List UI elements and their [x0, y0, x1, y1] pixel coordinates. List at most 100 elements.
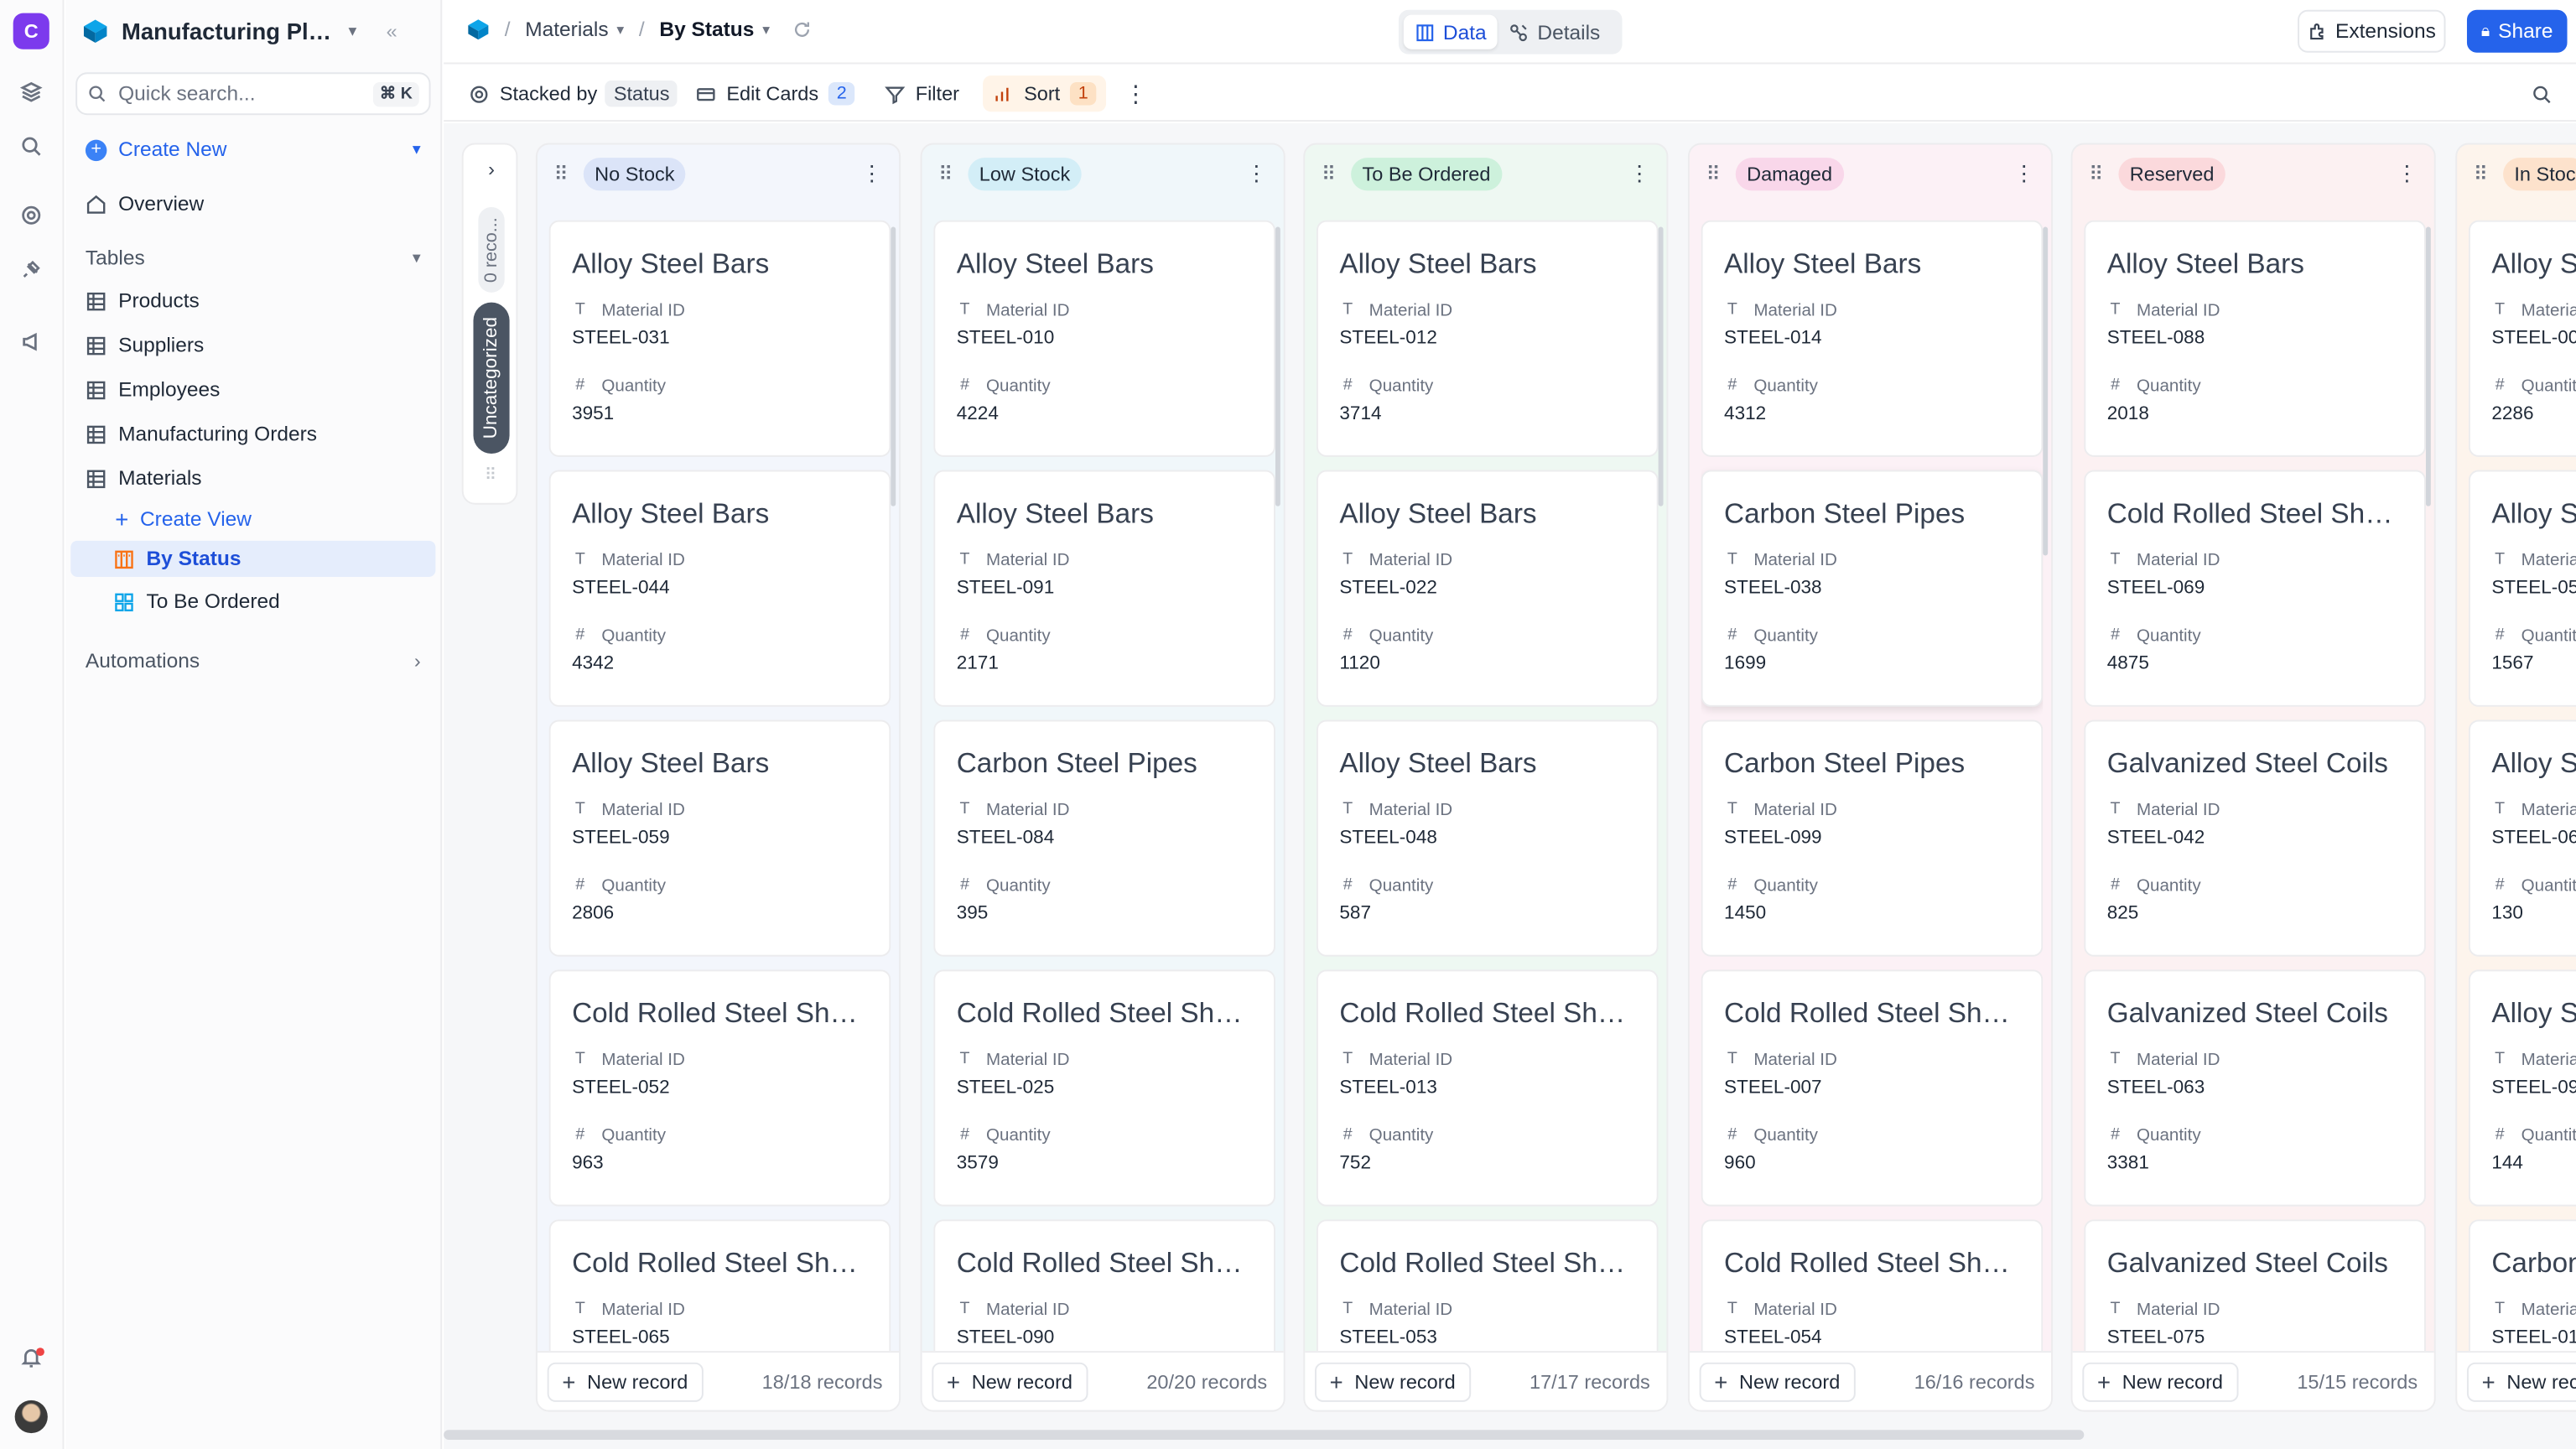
record-card[interactable]: Cold Rolled Steel She... T Material ID STEE…	[933, 969, 1275, 1207]
record-card[interactable]: Cold Rolled Steel She... T Material ID STEE…	[548, 1219, 891, 1352]
new-record-button[interactable]: + New record	[1699, 1361, 1855, 1401]
gear-icon[interactable]	[18, 202, 44, 228]
quick-search-input[interactable]: Quick search... ⌘ K	[75, 72, 431, 116]
chevron-down-icon[interactable]: ▾	[413, 141, 421, 159]
column-header[interactable]: ⠿ Reserved ⋮	[2073, 144, 2434, 204]
record-card[interactable]: Alloy Steel Bars T Material ID STEEL-044 # Qu…	[548, 470, 891, 707]
record-card[interactable]: Alloy Steel Bars T Material ID STEEL-031 # Qu…	[548, 220, 891, 457]
create-new-button[interactable]: + Create New ▾	[85, 132, 434, 168]
breadcrumb-table[interactable]: Materials	[525, 18, 608, 41]
more-vertical-icon[interactable]: ⋮	[1628, 161, 1649, 187]
column-header[interactable]: ⠿ Damaged ⋮	[1690, 144, 2051, 204]
record-card[interactable]: Carbon Steel Pipes T Material ID STEEL-084 #…	[933, 719, 1275, 957]
record-card[interactable]: Cold Rolled Steel She... T Material ID STEE…	[933, 1219, 1275, 1352]
chevron-down-icon[interactable]: ▾	[762, 21, 770, 39]
edit-cards-button[interactable]: Edit Cards 2	[695, 75, 855, 112]
sidebar-item-manufacturing-orders[interactable]: Manufacturing Orders	[86, 416, 434, 452]
share-button[interactable]: 🔒︎ Share	[2466, 9, 2568, 53]
sidebar-view-by-status[interactable]: By Status	[70, 540, 436, 577]
new-record-button[interactable]: + New record	[2466, 1361, 2576, 1401]
uncategorized-stack[interactable]: › 0 reco... Uncategorized ⠿	[461, 143, 520, 505]
record-card[interactable]: Galvanized Steel Coils T Material ID STEEL-…	[2084, 969, 2426, 1207]
collapse-sidebar-icon[interactable]: «	[387, 20, 397, 43]
sidebar-item-materials[interactable]: Materials	[86, 460, 434, 496]
chevron-right-icon[interactable]: ›	[464, 158, 520, 180]
record-card[interactable]: Cold Rolled Steel She... T Material ID STEE…	[1316, 1219, 1659, 1352]
record-card[interactable]: Galvanized Steel Coils T Material ID STEEL-…	[2084, 719, 2426, 957]
chevron-down-icon[interactable]: ▾	[349, 22, 357, 40]
extensions-button[interactable]: Extensions	[2298, 9, 2446, 53]
more-vertical-icon[interactable]: ⋮	[2013, 161, 2034, 187]
stacked-by-button[interactable]: Stacked by Status	[469, 75, 678, 112]
user-avatar[interactable]	[14, 1400, 48, 1434]
new-record-button[interactable]: + New record	[932, 1361, 1088, 1401]
record-card[interactable]: Cold Rolled Steel She... T Material ID STEE…	[1701, 969, 2044, 1207]
chevron-right-icon[interactable]: ›	[414, 649, 421, 672]
sort-button[interactable]: Sort 1	[983, 75, 1107, 112]
record-card[interactable]: Alloy Steel Bars T Material ID STEEL-088 # Qu…	[2084, 220, 2426, 457]
record-card[interactable]: Cold Rolled Steel She... T Material ID STEE…	[548, 969, 891, 1207]
record-card[interactable]: Cold Rolled Steel She... T Material ID STEE…	[2084, 470, 2426, 707]
create-view-button[interactable]: + Create View	[115, 501, 427, 538]
bases-icon[interactable]	[18, 79, 44, 105]
tab-details[interactable]: Details	[1498, 15, 1612, 49]
record-card[interactable]: Galvanized Steel Coils T Material ID STEEL-…	[2084, 1219, 2426, 1352]
new-record-button[interactable]: + New record	[2082, 1361, 2238, 1401]
base-header[interactable]: Manufacturing Pla... ▾ «	[82, 13, 431, 49]
refresh-icon[interactable]	[793, 20, 813, 40]
record-card[interactable]: Alloy Steel Bars T Material ID STEEL-091 # Qu…	[933, 470, 1275, 707]
record-card[interactable]: Alloy Steel Bars T Material ID STEEL-022 # Qu…	[1316, 470, 1659, 707]
sidebar-item-employees[interactable]: Employees	[86, 371, 434, 408]
sidebar-item-products[interactable]: Products	[86, 283, 434, 319]
more-options-button[interactable]: ⋮	[1124, 75, 1147, 112]
base-logo-icon[interactable]	[467, 18, 490, 41]
record-card[interactable]: Alloy Steel Bars T Material ID STEEL-010 # Qu…	[933, 220, 1275, 457]
chevron-down-icon[interactable]: ▾	[616, 21, 624, 39]
column-scrollbar[interactable]	[1275, 226, 1280, 506]
record-card[interactable]: Carbon Steel Pipes T Material ID STEEL-038 #…	[1701, 470, 2044, 707]
record-card[interactable]: Cold Rolled Steel She... T Material ID STEE…	[1701, 1219, 2044, 1352]
record-card[interactable]: Alloy Steel Bars T Material ID STEEL-012 # Qu…	[1316, 220, 1659, 457]
column-scrollbar[interactable]	[2425, 226, 2431, 506]
drag-handle-icon[interactable]: ⠿	[1322, 163, 1336, 185]
record-card[interactable]: Alloy Steel Bars T Material ID STEEL-059 # Qu…	[548, 719, 891, 957]
search-icon[interactable]	[18, 133, 44, 159]
sidebar-view-to-be-ordered[interactable]: To Be Ordered	[113, 584, 425, 620]
chevron-down-icon[interactable]: ▾	[413, 249, 421, 267]
drag-handle-icon[interactable]: ⠿	[1706, 163, 1720, 185]
record-card[interactable]: Carbon Steel Pipes T Material ID STEEL-099 #…	[1701, 719, 2044, 957]
sidebar-item-overview[interactable]: Overview	[86, 185, 434, 221]
column-scrollbar[interactable]	[2043, 226, 2049, 556]
breadcrumb-view[interactable]: By Status	[659, 18, 754, 41]
tab-data[interactable]: Data	[1403, 14, 1498, 49]
drag-handle-icon[interactable]: ⠿	[464, 467, 520, 486]
record-card[interactable]: Alloy Steel Bars T Material ID STEEL-014 # Qu…	[1701, 220, 2044, 457]
column-header[interactable]: ⠿In Stoc⋮	[2457, 144, 2576, 204]
record-card[interactable]: Alloy S T Material ID STEEL-00 # Quantity 2286	[2468, 220, 2576, 457]
new-record-button[interactable]: + New record	[1315, 1361, 1471, 1401]
drag-handle-icon[interactable]: ⠿	[554, 163, 569, 185]
filter-button[interactable]: Filter	[884, 75, 959, 112]
column-header[interactable]: ⠿ To Be Ordered ⋮	[1305, 144, 1666, 204]
workspace-avatar[interactable]: C	[13, 13, 49, 49]
column-scrollbar[interactable]	[891, 226, 896, 506]
record-card[interactable]: Alloy Steel Bars T Material ID STEEL-048 # Qu…	[1316, 719, 1659, 957]
drag-handle-icon[interactable]: ⠿	[2474, 163, 2488, 185]
record-card[interactable]: Alloy S T Material ID STEEL-09 # Quantity 144	[2468, 969, 2576, 1207]
record-card[interactable]: Cold Rolled Steel She... T Material ID STEE…	[1316, 969, 1659, 1207]
record-card[interactable]: CarbonTMaterial IDSTEEL-01#Quantity	[2468, 1219, 2576, 1352]
automations-section[interactable]: Automations ›	[86, 642, 434, 678]
horizontal-scrollbar[interactable]	[444, 1430, 2085, 1440]
column-header[interactable]: ⠿ No Stock ⋮	[538, 144, 899, 204]
more-vertical-icon[interactable]: ⋮	[861, 161, 882, 187]
record-card[interactable]: Alloy S T Material ID STEEL-05 # Quantity 1567	[2468, 470, 2576, 707]
sidebar-item-suppliers[interactable]: Suppliers	[86, 327, 434, 363]
search-view-button[interactable]	[2531, 75, 2552, 112]
plugin-icon[interactable]	[18, 257, 44, 283]
more-vertical-icon[interactable]: ⋮	[2397, 161, 2418, 187]
column-header[interactable]: ⠿ Low Stock ⋮	[922, 144, 1284, 204]
more-vertical-icon[interactable]: ⋮	[1246, 161, 1267, 187]
drag-handle-icon[interactable]: ⠿	[2089, 163, 2103, 185]
record-card[interactable]: Alloy S T Material ID STEEL-06 # Quantity 130	[2468, 719, 2576, 957]
column-scrollbar[interactable]	[1658, 226, 1664, 506]
